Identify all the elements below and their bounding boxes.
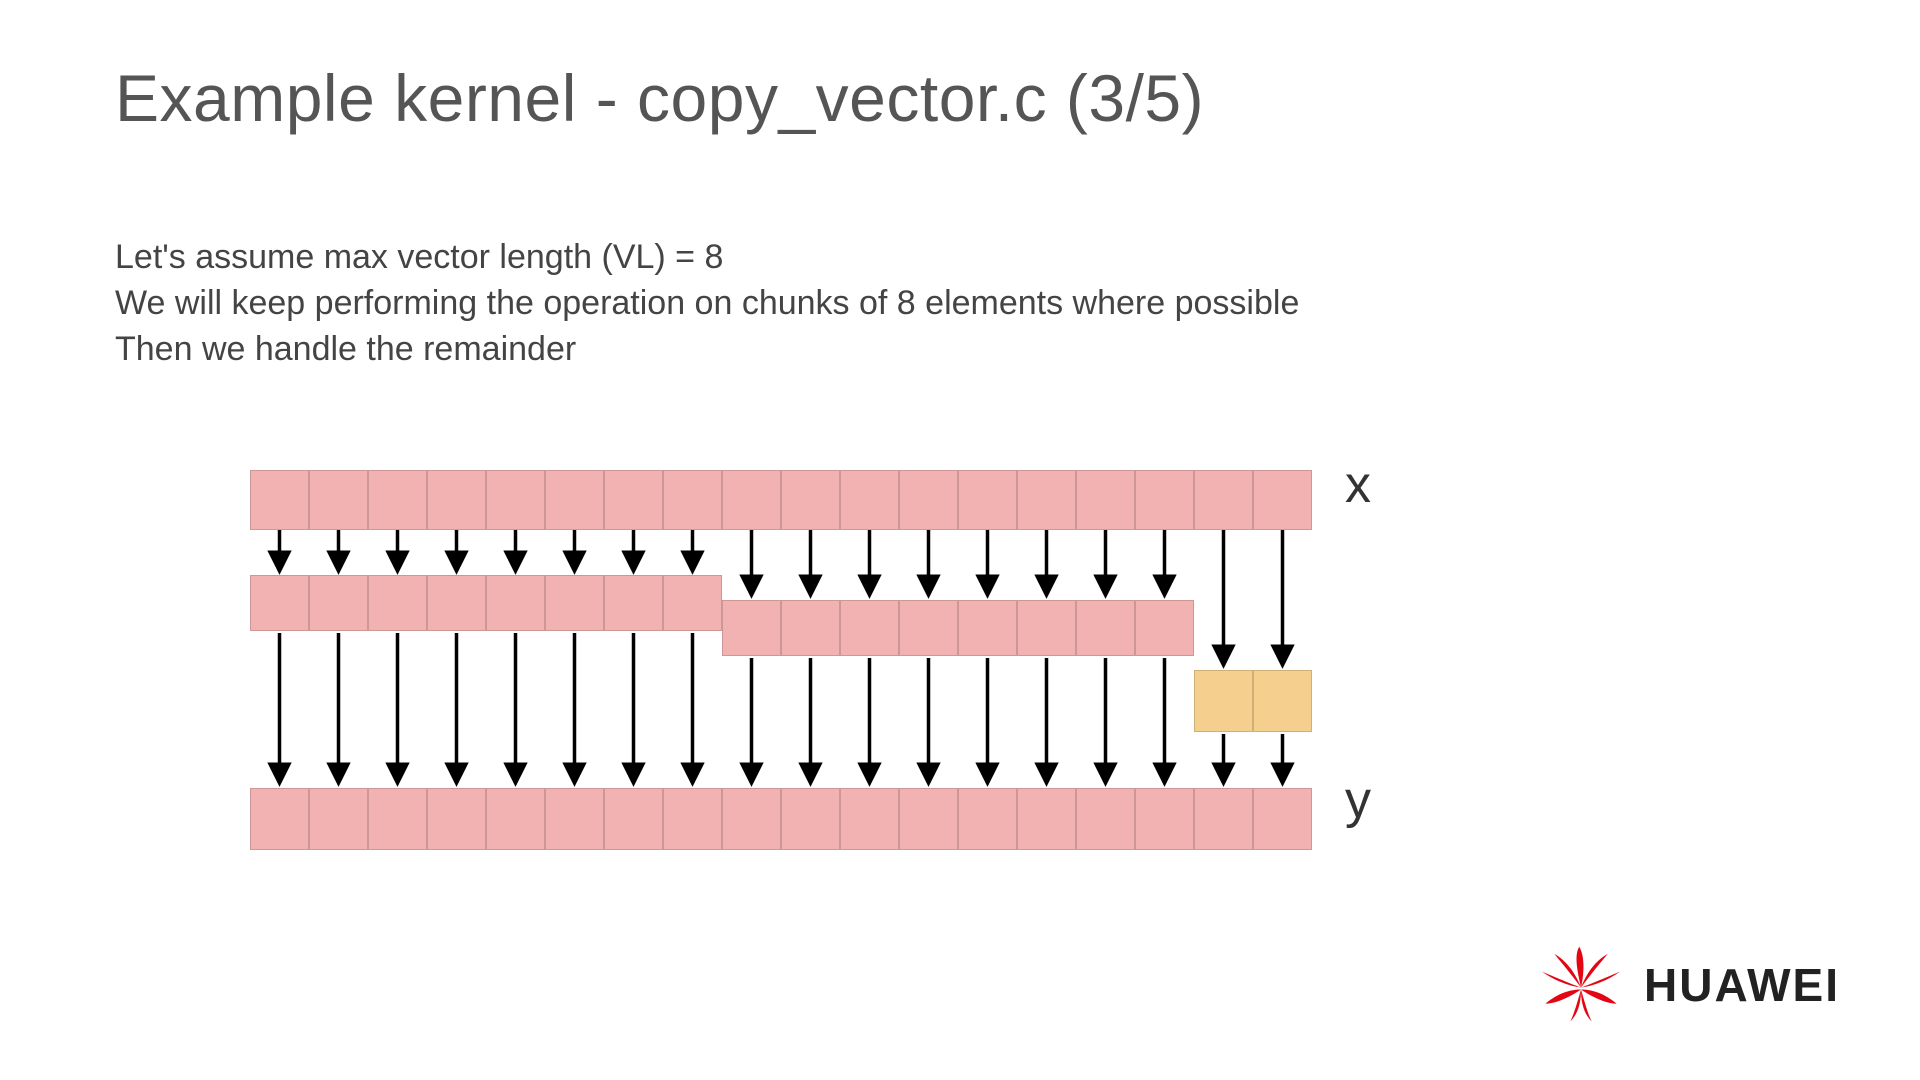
vector-cell — [427, 470, 486, 530]
vector-cell — [958, 470, 1017, 530]
vector-cell — [722, 600, 781, 656]
vector-cell — [368, 788, 427, 850]
vector-cell — [604, 575, 663, 631]
vector-cell — [309, 788, 368, 850]
vector-cell — [722, 470, 781, 530]
vector-cell — [663, 788, 722, 850]
vector-cell — [1253, 470, 1312, 530]
vector-cell — [427, 575, 486, 631]
vector-cell — [781, 788, 840, 850]
vector-cell — [604, 788, 663, 850]
vector-cell — [1194, 470, 1253, 530]
vector-cell — [1135, 788, 1194, 850]
huawei-logo-text: HUAWEI — [1644, 958, 1840, 1012]
vector-cell — [604, 470, 663, 530]
vector-cell — [309, 575, 368, 631]
vector-cell — [899, 788, 958, 850]
vector-cell — [309, 470, 368, 530]
vector-cell — [663, 470, 722, 530]
vector-cell — [899, 470, 958, 530]
vector-cell — [1076, 470, 1135, 530]
row-chunk-1 — [250, 575, 722, 631]
huawei-logo: HUAWEI — [1536, 945, 1840, 1025]
vector-cell — [486, 788, 545, 850]
vector-cell — [899, 600, 958, 656]
vector-cell — [1253, 788, 1312, 850]
vector-cell — [781, 600, 840, 656]
vector-cell — [1135, 470, 1194, 530]
vector-cell — [250, 788, 309, 850]
row-remainder — [1194, 670, 1312, 732]
body-line-2: We will keep performing the operation on… — [115, 281, 1299, 327]
slide-body: Let's assume max vector length (VL) = 8 … — [115, 235, 1299, 373]
label-x: x — [1345, 455, 1371, 515]
huawei-flower-icon — [1536, 945, 1626, 1025]
vector-cell — [958, 788, 1017, 850]
vector-cell — [781, 470, 840, 530]
row-source-x — [250, 470, 1312, 530]
vector-cell — [1017, 600, 1076, 656]
vector-cell — [1194, 670, 1253, 732]
vector-cell — [250, 470, 309, 530]
vector-diagram: x y — [250, 470, 1310, 850]
body-line-3: Then we handle the remainder — [115, 327, 1299, 373]
vector-cell — [486, 470, 545, 530]
label-y: y — [1345, 770, 1371, 830]
vector-cell — [250, 575, 309, 631]
row-dest-y — [250, 788, 1312, 850]
vector-cell — [722, 788, 781, 850]
body-line-1: Let's assume max vector length (VL) = 8 — [115, 235, 1299, 281]
vector-cell — [545, 575, 604, 631]
vector-cell — [545, 788, 604, 850]
vector-cell — [1135, 600, 1194, 656]
vector-cell — [486, 575, 545, 631]
vector-cell — [663, 575, 722, 631]
vector-cell — [545, 470, 604, 530]
vector-cell — [368, 470, 427, 530]
vector-cell — [840, 600, 899, 656]
slide: Example kernel - copy_vector.c (3/5) Let… — [0, 0, 1920, 1080]
slide-title: Example kernel - copy_vector.c (3/5) — [115, 60, 1204, 136]
row-chunk-2 — [722, 600, 1194, 656]
vector-cell — [1076, 788, 1135, 850]
vector-cell — [1194, 788, 1253, 850]
vector-cell — [427, 788, 486, 850]
vector-cell — [1017, 470, 1076, 530]
vector-cell — [840, 788, 899, 850]
vector-cell — [1017, 788, 1076, 850]
vector-cell — [368, 575, 427, 631]
vector-cell — [1253, 670, 1312, 732]
vector-cell — [840, 470, 899, 530]
vector-cell — [1076, 600, 1135, 656]
vector-cell — [958, 600, 1017, 656]
